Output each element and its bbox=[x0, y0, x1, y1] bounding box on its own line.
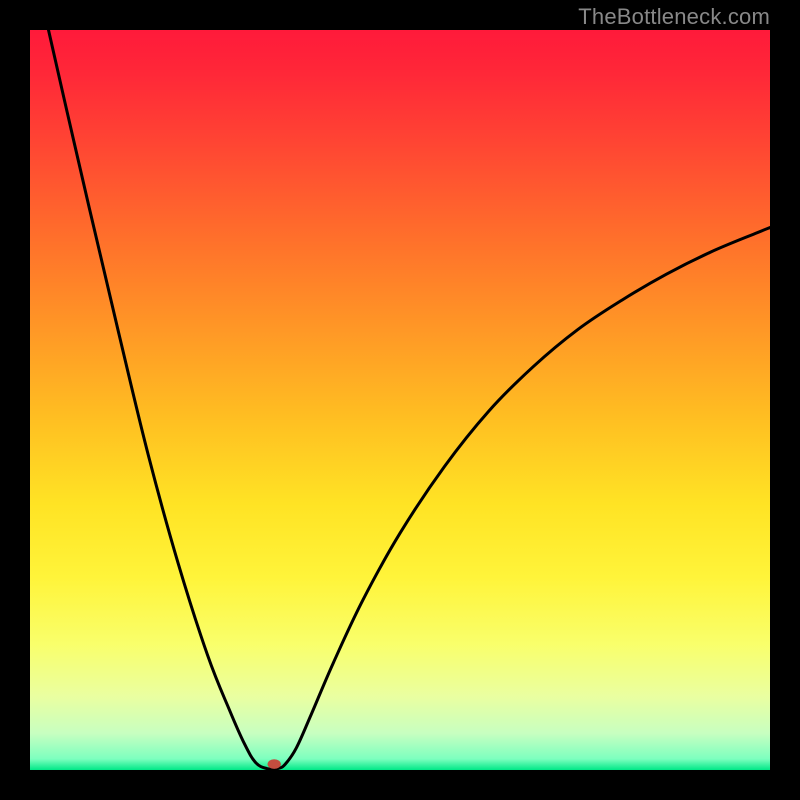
curve-layer bbox=[30, 30, 770, 770]
plot-area bbox=[30, 30, 770, 770]
optimum-marker bbox=[268, 759, 281, 769]
bottleneck-curve bbox=[49, 30, 771, 769]
chart-container: TheBottleneck.com bbox=[0, 0, 800, 800]
watermark-label: TheBottleneck.com bbox=[578, 4, 770, 30]
